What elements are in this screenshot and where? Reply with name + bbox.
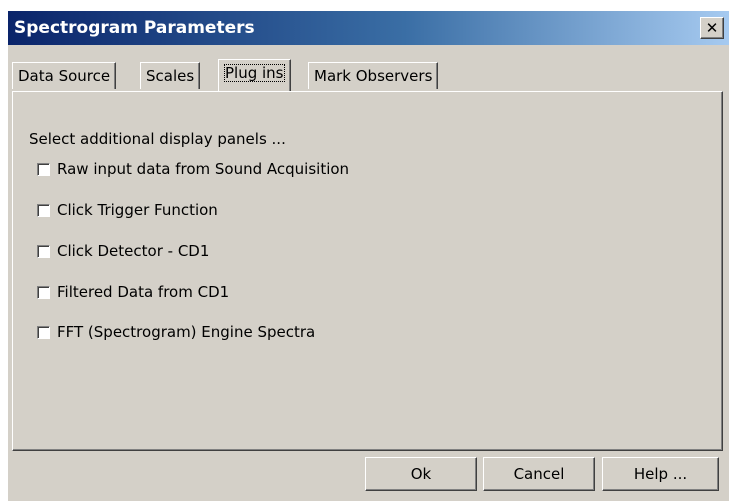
panel-prompt: Select additional display panels ... xyxy=(29,130,286,148)
option-filtered-data[interactable]: Filtered Data from CD1 xyxy=(37,281,229,303)
button-label: Help ... xyxy=(633,465,688,483)
button-label: Ok xyxy=(410,465,432,483)
tab-label: Mark Observers xyxy=(314,67,433,85)
option-label: Click Detector - CD1 xyxy=(57,242,210,260)
option-label: Click Trigger Function xyxy=(57,201,218,219)
close-icon: ✕ xyxy=(705,18,719,37)
tab-data-source[interactable]: Data Source xyxy=(12,62,117,89)
checkbox[interactable] xyxy=(37,162,50,176)
option-label: Filtered Data from CD1 xyxy=(57,283,230,301)
tab-plug-ins[interactable]: Plug ins xyxy=(218,59,291,91)
option-fft-engine-spectra[interactable]: FFT (Spectrogram) Engine Spectra xyxy=(37,321,315,343)
cancel-button[interactable]: Cancel xyxy=(483,457,595,491)
tab-label: Scales xyxy=(146,67,195,85)
option-click-detector[interactable]: Click Detector - CD1 xyxy=(37,240,209,262)
tab-scales[interactable]: Scales xyxy=(140,62,201,89)
checkbox[interactable] xyxy=(37,244,50,258)
checkbox[interactable] xyxy=(37,285,50,299)
help-button[interactable]: Help ... xyxy=(602,457,719,491)
option-raw-input-data[interactable]: Raw input data from Sound Acquisition xyxy=(37,158,349,180)
tab-label: Plug ins xyxy=(224,64,285,82)
close-button[interactable]: ✕ xyxy=(700,17,724,39)
option-label: Raw input data from Sound Acquisition xyxy=(57,160,350,178)
ok-button[interactable]: Ok xyxy=(365,457,477,491)
option-label: FFT (Spectrogram) Engine Spectra xyxy=(57,323,316,341)
tab-mark-observers[interactable]: Mark Observers xyxy=(308,62,439,89)
window-title: Spectrogram Parameters xyxy=(14,18,255,38)
plug-ins-panel: Select additional display panels ... Raw… xyxy=(12,91,723,451)
title-bar[interactable]: Spectrogram Parameters ✕ xyxy=(8,11,729,45)
tab-label: Data Source xyxy=(18,67,111,85)
button-label: Cancel xyxy=(513,465,565,483)
spectrogram-parameters-dialog: Spectrogram Parameters ✕ Data Source Sca… xyxy=(8,11,729,501)
checkbox[interactable] xyxy=(37,325,50,339)
button-row: Ok Cancel Help ... xyxy=(8,457,729,493)
option-click-trigger-function[interactable]: Click Trigger Function xyxy=(37,199,218,221)
checkbox[interactable] xyxy=(37,203,50,217)
